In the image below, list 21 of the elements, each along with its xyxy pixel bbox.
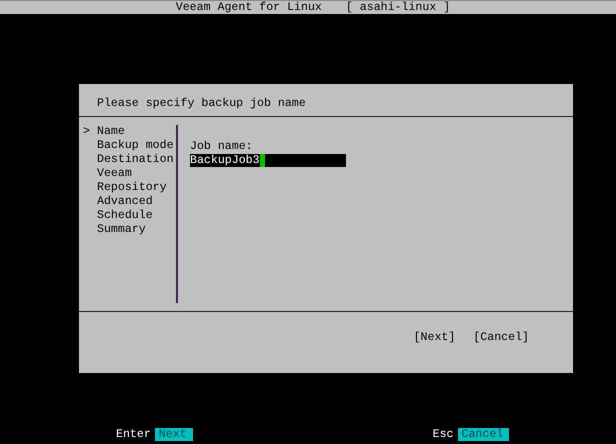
field-label: Job name: [190, 140, 254, 154]
step-item[interactable]: Name [97, 125, 125, 139]
key-hint: Esc [432, 428, 454, 441]
input-field[interactable]: BackupJob3 [190, 154, 346, 167]
dialog-heading: Please specify backup job name [96, 96, 307, 112]
host-name: [ asahi-linux ] [346, 1, 450, 14]
step-item[interactable]: Schedule [97, 209, 153, 223]
step-item[interactable]: Veeam [97, 167, 132, 181]
text-cursor [260, 154, 265, 167]
dialog-button[interactable]: [Cancel] [473, 331, 529, 345]
step-item[interactable]: Advanced [97, 195, 153, 209]
dialog-button[interactable]: [Next] [414, 331, 456, 345]
step-item[interactable]: Destination [97, 153, 174, 167]
step-item[interactable]: Repository [97, 181, 167, 195]
step-item[interactable]: Summary [97, 223, 146, 237]
step-item[interactable]: Backup mode [97, 139, 174, 153]
window-title: Veeam Agent for Linux [176, 1, 322, 14]
action-label[interactable]: Cancel [458, 428, 510, 441]
cursor-marker: > [83, 125, 90, 138]
action-label[interactable]: Next [154, 428, 193, 441]
key-hint: Enter [116, 428, 151, 441]
